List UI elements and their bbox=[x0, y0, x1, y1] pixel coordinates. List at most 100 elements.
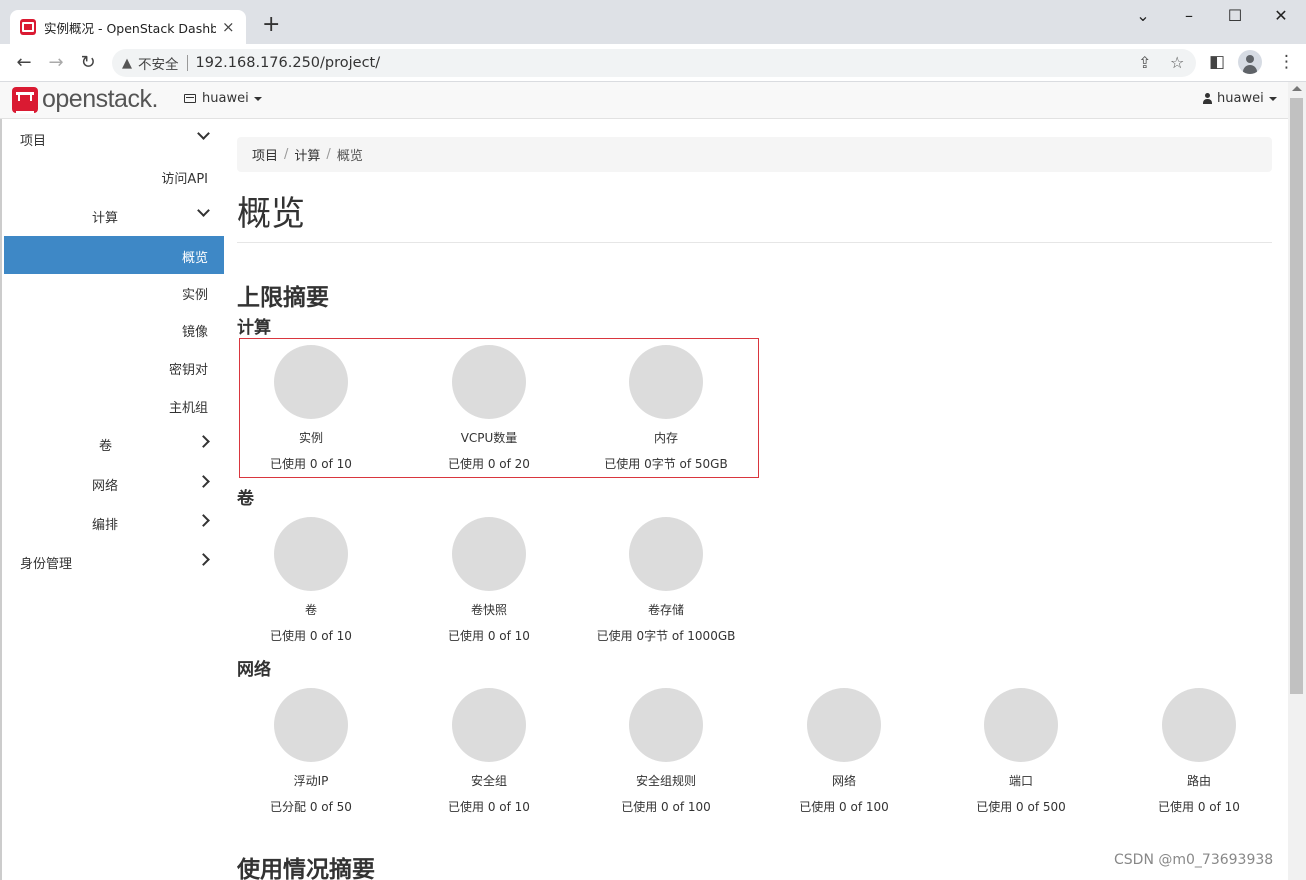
browser-tab[interactable]: 实例概况 - OpenStack Dashboard × bbox=[10, 10, 246, 44]
quota-pie: 卷已使用 0 of 10 bbox=[222, 517, 400, 644]
pie-chart-circle bbox=[984, 688, 1058, 762]
address-bar[interactable]: ▲ 不安全 192.168.176.250/project/ ⇪ ☆ bbox=[112, 49, 1196, 77]
sidebar-item-overview[interactable]: 概览 bbox=[4, 236, 224, 274]
pie-usage: 已使用 0 of 100 bbox=[799, 800, 889, 814]
sidebar-item-compute[interactable]: 计算 bbox=[4, 196, 224, 234]
project-switcher[interactable]: huawei bbox=[184, 91, 262, 106]
pie-usage: 已使用 0字节 of 50GB bbox=[604, 457, 728, 471]
openstack-logo[interactable]: openstack. bbox=[12, 85, 158, 114]
reload-icon[interactable]: ↻ bbox=[76, 52, 100, 73]
quota-pie: 浮动IP 已分配 0 of 50 bbox=[222, 688, 400, 815]
pie-title: 内存 bbox=[653, 431, 678, 445]
sidebar-item-label: 计算 bbox=[92, 211, 119, 226]
pie-usage: 已使用 0 of 10 bbox=[448, 800, 530, 814]
new-tab-button[interactable]: + bbox=[262, 14, 280, 36]
sidebar-item-server-groups[interactable]: 主机组 bbox=[4, 386, 224, 424]
user-icon bbox=[1203, 93, 1212, 104]
breadcrumb-separator: / bbox=[326, 147, 331, 162]
sidebar-item-identity[interactable]: 身份管理 bbox=[4, 542, 224, 580]
pie-usage: 已使用 0 of 500 bbox=[976, 800, 1066, 814]
maximize-icon[interactable]: ☐ bbox=[1220, 6, 1250, 25]
url-text[interactable]: 192.168.176.250/project/ bbox=[196, 55, 381, 71]
tab-close-icon[interactable]: × bbox=[222, 18, 235, 36]
close-window-icon[interactable]: ✕ bbox=[1266, 6, 1296, 25]
compute-section-heading: 计算 bbox=[237, 318, 271, 338]
sidebar-item-network[interactable]: 网络 bbox=[4, 464, 224, 502]
chevron-right-icon bbox=[197, 553, 210, 566]
warning-icon[interactable]: ▲ bbox=[122, 56, 132, 71]
pie-chart-circle bbox=[807, 688, 881, 762]
quota-pie: 端口 已使用 0 of 500 bbox=[932, 688, 1110, 815]
sidebar-item-label: 编排 bbox=[92, 518, 119, 533]
pie-title: 实例 bbox=[298, 431, 323, 445]
minimize-icon[interactable]: – bbox=[1174, 6, 1204, 25]
quota-pie: VCPU数量 已使用 0 of 20 bbox=[400, 345, 578, 472]
browser-menu-icon[interactable]: ⋮ bbox=[1278, 52, 1295, 72]
chevron-down-icon bbox=[197, 204, 210, 217]
pie-usage: 已使用 0 of 100 bbox=[621, 800, 711, 814]
scroll-up-arrow-icon[interactable] bbox=[1292, 86, 1302, 91]
pie-chart-circle bbox=[274, 688, 348, 762]
sidebar-item-label: 实例 bbox=[181, 288, 208, 303]
bookmark-star-icon[interactable]: ☆ bbox=[1170, 53, 1184, 72]
pie-chart-circle bbox=[452, 345, 526, 419]
volume-section-heading: 卷 bbox=[237, 489, 254, 509]
user-menu[interactable]: huawei bbox=[1203, 91, 1277, 106]
address-divider bbox=[186, 55, 188, 71]
chevron-down-icon bbox=[197, 127, 210, 140]
sidebar-item-label: 密钥对 bbox=[168, 363, 208, 378]
pie-chart-circle bbox=[1162, 688, 1236, 762]
sidebar-item-label: 卷 bbox=[99, 439, 113, 454]
chevron-right-icon bbox=[197, 435, 210, 448]
tab-title: 实例概况 - OpenStack Dashboard bbox=[44, 20, 216, 36]
share-icon[interactable]: ⇪ bbox=[1138, 53, 1151, 72]
back-icon[interactable]: ← bbox=[12, 52, 36, 73]
pie-chart-circle bbox=[452, 688, 526, 762]
user-name: huawei bbox=[1217, 91, 1264, 106]
scrollbar-thumb[interactable] bbox=[1290, 98, 1303, 694]
quota-pie: 卷快照已使用 0 of 10 bbox=[400, 517, 578, 644]
sidebar-item-keypairs[interactable]: 密钥对 bbox=[4, 348, 224, 386]
pie-chart-circle bbox=[274, 345, 348, 419]
sidebar: 项目 访问API 计算 概览 实例 镜像 密钥对 主机组 卷 网络 编排 身份管… bbox=[0, 119, 224, 880]
pie-title: 安全组 bbox=[470, 774, 507, 788]
pie-title: 卷存储 bbox=[647, 603, 684, 617]
sidebar-item-api-access[interactable]: 访问API bbox=[4, 157, 224, 195]
breadcrumb-separator: / bbox=[284, 147, 289, 162]
sidebar-item-label: 镜像 bbox=[181, 325, 208, 340]
sidebar-item-label: 身份管理 bbox=[20, 557, 73, 572]
pie-chart-circle bbox=[629, 345, 703, 419]
tab-search-icon[interactable]: ⌄ bbox=[1128, 6, 1158, 25]
pie-usage: 已使用 0字节 of 1000GB bbox=[596, 629, 736, 643]
dashboard-header: openstack. huawei huawei bbox=[0, 82, 1288, 119]
openstack-logo-icon bbox=[12, 86, 38, 114]
openstack-favicon-icon bbox=[20, 19, 36, 35]
pie-usage: 已使用 0 of 10 bbox=[448, 629, 530, 643]
pie-usage: 已使用 0 of 20 bbox=[448, 457, 530, 471]
insecure-label[interactable]: 不安全 bbox=[138, 53, 179, 73]
browser-titlebar: 实例概况 - OpenStack Dashboard × + ⌄ – ☐ ✕ bbox=[0, 0, 1306, 44]
usage-summary-heading: 使用情况摘要 bbox=[237, 857, 375, 880]
sidebar-item-label: 网络 bbox=[92, 479, 119, 494]
sidebar-item-project[interactable]: 项目 bbox=[4, 119, 224, 157]
limit-summary-heading: 上限摘要 bbox=[237, 285, 329, 311]
caret-down-icon bbox=[1268, 96, 1277, 101]
side-panel-icon[interactable]: ◧ bbox=[1209, 52, 1225, 72]
sidebar-item-images[interactable]: 镜像 bbox=[4, 310, 224, 348]
quota-pie: 内存已使用 0字节 of 50GB bbox=[577, 345, 755, 472]
sidebar-item-volumes[interactable]: 卷 bbox=[4, 424, 224, 462]
sidebar-item-instances[interactable]: 实例 bbox=[4, 273, 224, 311]
chevron-right-icon bbox=[197, 514, 210, 527]
pie-title: 网络 bbox=[831, 774, 856, 788]
profile-avatar-icon[interactable] bbox=[1238, 50, 1262, 74]
sidebar-item-orchestration[interactable]: 编排 bbox=[4, 503, 224, 541]
logo-text: openstack. bbox=[42, 85, 158, 113]
breadcrumb-compute[interactable]: 计算 bbox=[294, 145, 320, 164]
forward-icon[interactable]: → bbox=[44, 52, 68, 73]
quota-pie: 网络已使用 0 of 100 bbox=[755, 688, 933, 815]
breadcrumb-project[interactable]: 项目 bbox=[252, 145, 278, 164]
sidebar-item-label: 访问API bbox=[161, 172, 208, 187]
pie-chart-circle bbox=[629, 688, 703, 762]
pie-title: 路由 bbox=[1186, 774, 1211, 788]
pie-title: 卷快照 bbox=[470, 603, 507, 617]
